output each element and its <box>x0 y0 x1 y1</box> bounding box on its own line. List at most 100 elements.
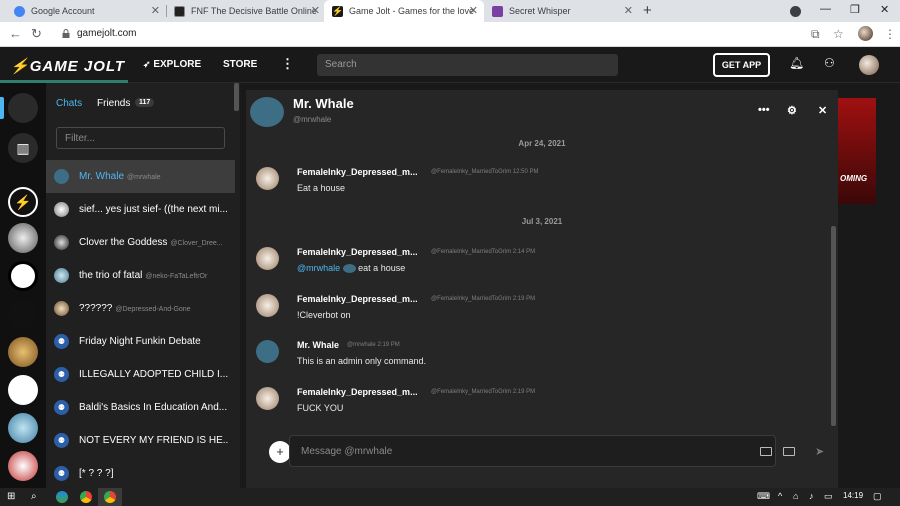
chat-room-item[interactable]: ?????? @Depressed-And-Gone <box>46 292 235 325</box>
notifications-bell-icon[interactable]: 🔔︎ <box>789 56 804 70</box>
close-tab-icon[interactable]: ✕ <box>311 4 320 17</box>
library-rail-icon[interactable]: ▥ <box>8 133 38 163</box>
chat-room-item[interactable]: the trio of fatal @neko-FaTaLeftrOr <box>46 259 235 292</box>
community-rail-icon-4[interactable] <box>8 299 38 329</box>
community-rail-icon-8[interactable] <box>8 451 38 481</box>
avatar[interactable] <box>256 387 279 410</box>
chat-avatar[interactable] <box>250 97 284 127</box>
more-menu-icon[interactable]: ⋮ <box>281 56 294 72</box>
tab-chats[interactable]: Chats <box>56 98 82 109</box>
chat-room-name: Baldi's Basics In Education And... <box>79 402 228 413</box>
community-rail-icon-5[interactable] <box>8 337 38 367</box>
message-author[interactable]: FemaleInky_Depressed_m... <box>297 167 418 177</box>
chat-room-name: Friday Night Funkin Debate <box>79 336 201 347</box>
chat-list-scrollbar[interactable] <box>234 83 239 111</box>
rail-active-indicator <box>0 97 4 119</box>
bookmark-star-icon[interactable]: ☆ <box>833 27 844 41</box>
message-time: 2:14 PM <box>512 249 536 255</box>
close-tab-icon[interactable]: ✕ <box>469 4 478 17</box>
browser-tab-google-account[interactable]: Google Account ✕ <box>6 0 166 22</box>
clock[interactable]: 14:19 <box>843 491 863 500</box>
explore-link[interactable]: ➶ EXPLORE <box>143 59 201 70</box>
browser-tab-secret-whisper[interactable]: Secret Whisper ✕ <box>484 0 639 22</box>
send-icon[interactable]: ➤ <box>815 445 824 458</box>
browser-tab-fnf[interactable]: FNF The Decisive Battle Online - ... ✕ <box>166 0 326 22</box>
mention-link[interactable]: @mrwhale <box>297 263 340 273</box>
chat-room-item[interactable]: Mr. Whale @mrwhale <box>46 160 235 193</box>
community-rail-icon-3[interactable] <box>8 261 38 291</box>
close-window-icon[interactable]: ✕ <box>880 3 889 16</box>
chat-room-item[interactable]: ⚉ [* ? ? ?] <box>46 457 235 488</box>
more-options-icon[interactable]: ••• <box>758 104 770 116</box>
add-attachment-button[interactable]: + <box>269 441 291 463</box>
new-tab-button[interactable]: + <box>643 2 652 19</box>
search-input[interactable]: Search <box>317 54 618 76</box>
friend-requests-icon[interactable]: ⚇ <box>824 56 835 70</box>
chat-scrollbar[interactable] <box>831 226 836 426</box>
avatar[interactable] <box>256 294 279 317</box>
avatar[interactable] <box>256 167 279 190</box>
windows-taskbar: ⊞ ⌕ ⌨ ^ ⌂ ♪ ▭ 14:19 ▢ <box>0 488 900 506</box>
chat-room-handle: @mrwhale <box>127 174 161 181</box>
avatar[interactable] <box>256 340 279 363</box>
message-text: Eat a house <box>297 183 346 193</box>
search-icon[interactable]: ⌕ <box>31 491 43 503</box>
open-in-app-icon[interactable]: ⧉ <box>811 27 820 42</box>
volume-icon[interactable]: ♪ <box>809 491 814 501</box>
message-author[interactable]: FemaleInky_Depressed_m... <box>297 247 418 257</box>
home-rail-button[interactable] <box>8 93 38 123</box>
network-icon[interactable]: ⌂ <box>793 491 798 501</box>
edge-icon[interactable] <box>56 491 68 503</box>
minimize-icon[interactable]: — <box>820 3 831 15</box>
close-tab-icon[interactable]: ✕ <box>151 4 160 17</box>
image-icon[interactable] <box>783 447 795 456</box>
filter-input[interactable]: Filter... <box>56 127 225 149</box>
user-avatar[interactable] <box>859 55 879 75</box>
chat-title[interactable]: Mr. Whale <box>293 96 354 111</box>
keyboard-icon[interactable] <box>760 447 772 456</box>
chat-room-item[interactable]: ⚉ ILLEGALLY ADOPTED CHILD I... <box>46 358 235 391</box>
date-divider: Apr 24, 2021 <box>518 139 566 148</box>
back-arrow-icon[interactable]: ← <box>9 26 22 41</box>
tab-friends[interactable]: Friends <box>97 98 130 109</box>
community-rail-icon-1[interactable]: ⚡ <box>8 187 38 217</box>
browser-menu-icon[interactable]: ⋮ <box>884 27 896 41</box>
chevron-up-icon[interactable]: ^ <box>778 491 782 501</box>
notification-center-icon[interactable]: ▢ <box>873 491 882 502</box>
message-input[interactable]: Message @mrwhale <box>289 435 776 467</box>
gamejolt-logo[interactable]: ⚡GAME JOLT <box>10 57 125 75</box>
promo-banner[interactable]: OMING <box>838 98 876 204</box>
message-author[interactable]: FemaleInky_Depressed_m... <box>297 387 418 397</box>
chat-room-item[interactable]: ⚉ Friday Night Funkin Debate <box>46 325 235 358</box>
browser-tab-gamejolt[interactable]: ⚡ Game Jolt - Games for the love o... ✕ <box>324 0 484 22</box>
close-chat-icon[interactable]: ✕ <box>818 104 827 117</box>
message-author[interactable]: FemaleInky_Depressed_m... <box>297 294 418 304</box>
windows-start-icon[interactable]: ⊞ <box>7 491 19 503</box>
restore-icon[interactable]: ❐ <box>850 3 860 16</box>
community-rail-icon-6[interactable] <box>8 375 38 405</box>
chat-room-item[interactable]: Clover the Goddess @Clover_Dree... <box>46 226 235 259</box>
close-tab-icon[interactable]: ✕ <box>624 4 633 17</box>
tab-search-icon[interactable] <box>790 6 801 17</box>
community-rail-icon-2[interactable] <box>8 223 38 253</box>
chat-room-item[interactable]: ⚉ NOT EVERY MY FRIEND IS HE... <box>46 424 235 457</box>
chrome-icon[interactable] <box>80 491 92 503</box>
message-author[interactable]: Mr. Whale <box>297 340 339 350</box>
refresh-icon[interactable]: ↻ <box>31 26 42 42</box>
store-link[interactable]: STORE <box>223 59 257 70</box>
message-time: 2:19 PM <box>377 342 400 348</box>
url-field[interactable]: gamejolt.com <box>77 28 136 39</box>
chrome-icon[interactable] <box>104 491 116 503</box>
message-handle: @FemaleInky_MarriedToGrim <box>431 169 512 175</box>
community-rail-icon-7[interactable] <box>8 413 38 443</box>
keyboard-icon[interactable]: ⌨ <box>757 491 770 502</box>
chat-room-name: ILLEGALLY ADOPTED CHILD I... <box>79 369 229 380</box>
add-friend-icon[interactable]: ⚙︎ <box>787 104 797 117</box>
chat-room-item[interactable]: sief... yes just sief- ((the next mi... <box>46 193 235 226</box>
chat-room-item[interactable]: ⚉ Baldi's Basics In Education And... <box>46 391 235 424</box>
friends-count-badge: 117 <box>135 98 155 107</box>
profile-avatar[interactable] <box>858 26 873 41</box>
avatar[interactable] <box>256 247 279 270</box>
get-app-button[interactable]: GET APP <box>713 53 770 77</box>
battery-icon[interactable]: ▭ <box>824 491 833 502</box>
